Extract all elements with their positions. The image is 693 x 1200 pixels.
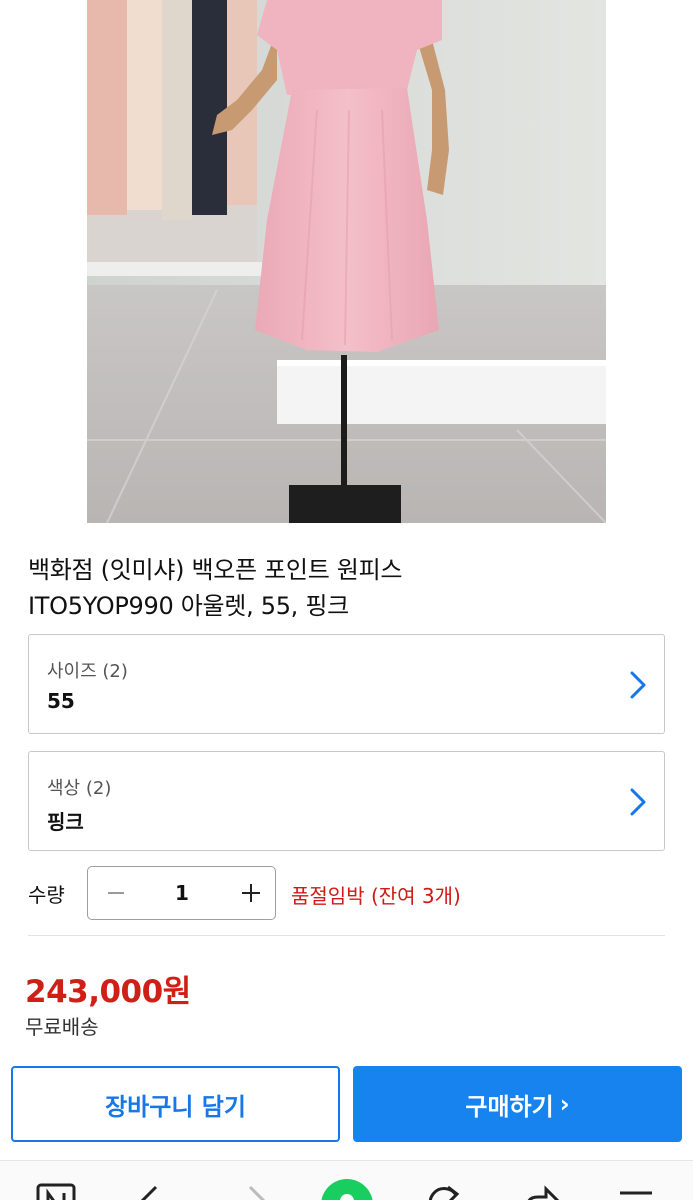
chevron-right-icon	[630, 671, 646, 699]
product-title-line-1: 백화점 (잇미샤) 백오픈 포인트 원피스	[28, 556, 403, 584]
stock-notice: 품절임박 (잔여 3개)	[291, 884, 461, 908]
browser-toolbar	[0, 1160, 693, 1200]
share-icon[interactable]	[522, 1181, 562, 1200]
minus-icon[interactable]	[98, 875, 134, 911]
back-arrow-icon[interactable]	[130, 1181, 170, 1200]
product-image	[87, 0, 606, 523]
chevron-right-icon	[630, 788, 646, 816]
plus-icon[interactable]	[233, 875, 269, 911]
size-option-selector[interactable]: 사이즈 (2) 55	[28, 634, 665, 734]
quantity-stepper: 1	[87, 866, 276, 920]
green-home-icon[interactable]	[321, 1179, 373, 1200]
add-to-cart-label: 장바구니 담기	[105, 1092, 246, 1121]
product-title: 백화점 (잇미샤) 백오픈 포인트 원피스 ITO5YOP990 아울렛, 55…	[28, 552, 668, 624]
buy-now-label: 구매하기	[465, 1092, 554, 1121]
divider	[28, 935, 665, 936]
chevron-right-icon: ›	[559, 1090, 570, 1118]
add-to-cart-button[interactable]: 장바구니 담기	[11, 1066, 340, 1142]
size-option-value: 55	[47, 689, 75, 713]
size-option-label: 사이즈 (2)	[47, 661, 128, 682]
buy-now-button[interactable]: 구매하기 ›	[353, 1066, 682, 1142]
price-amount: 243,000원	[25, 974, 191, 1010]
quantity-label: 수량	[28, 883, 65, 907]
color-option-label: 색상 (2)	[47, 778, 112, 799]
naver-n-icon[interactable]	[36, 1181, 76, 1200]
color-option-value: 핑크	[47, 810, 84, 834]
color-option-selector[interactable]: 색상 (2) 핑크	[28, 751, 665, 851]
forward-arrow-icon[interactable]	[236, 1181, 276, 1200]
quantity-value[interactable]: 1	[148, 881, 216, 905]
shipping-info: 무료배송	[25, 1015, 99, 1039]
product-title-line-2: ITO5YOP990 아울렛, 55, 핑크	[28, 592, 349, 620]
menu-icon[interactable]	[616, 1181, 656, 1200]
refresh-icon[interactable]	[424, 1181, 464, 1200]
